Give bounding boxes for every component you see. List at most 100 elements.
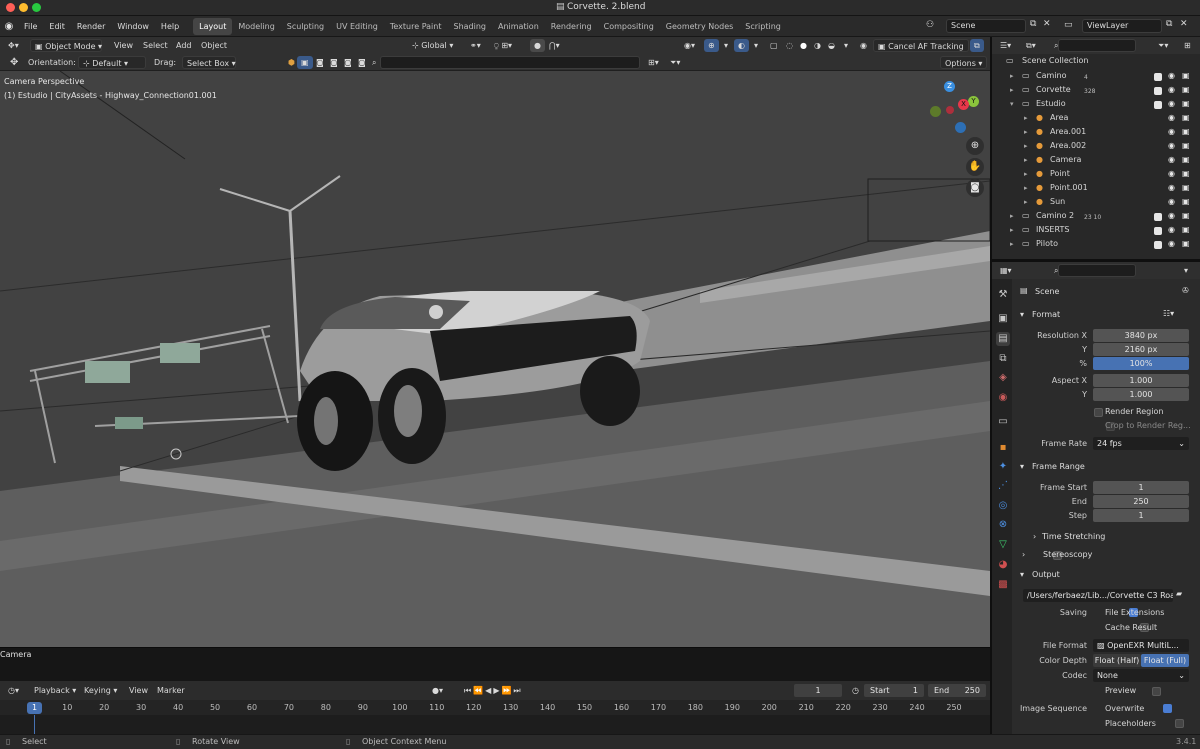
output-header[interactable]: Output [1032,570,1060,579]
expand-toggle-icon[interactable]: ▸ [1024,181,1028,195]
proportional-edit-icon[interactable]: ● [530,39,545,52]
pan-hand-icon[interactable]: ✋ [966,158,984,176]
drag-dropdown[interactable]: Select Box ▾ [182,56,236,69]
frame-step-field[interactable]: 1 [1093,509,1189,522]
snap-icon[interactable]: ⍜ ⊞▾ [490,39,516,52]
menu-timeline-view[interactable]: View [125,684,152,697]
outliner-row[interactable]: ▸ ● Point ◉ ▣ [992,167,1200,181]
tab-texture-paint[interactable]: Texture Paint [384,18,448,35]
playback-controls[interactable]: ⏮⏪◀▶⏩⏭ [460,684,527,697]
select-mode-new-icon[interactable]: ▣ [297,56,313,69]
expand-toggle-icon[interactable]: ▸ [1024,111,1028,125]
gizmo-neg-z-axis[interactable] [955,122,966,133]
expand-toggle-icon[interactable]: ▸ [1010,209,1014,223]
pin-icon[interactable]: ✇ [1182,286,1189,295]
menu-window[interactable]: Window [111,16,155,37]
render-tab-icon[interactable]: ▣ [996,312,1010,326]
eye-visibility-icon[interactable]: ◉ [1168,209,1175,223]
start-frame-field[interactable]: Start 1 [864,684,924,697]
menu-select[interactable]: Select [139,39,172,52]
scene-selector[interactable]: Scene [946,19,1026,33]
render-visibility-icon[interactable]: ▣ [1182,139,1190,153]
stereoscopy-header[interactable]: Stereoscopy [1043,550,1092,559]
time-stretching-toggle[interactable]: › [1033,532,1036,541]
depth-full-button[interactable]: Float (Full) [1141,654,1189,667]
expand-toggle-icon[interactable]: ▸ [1010,83,1014,97]
navigation-gizmo[interactable]: Z Y X [926,79,982,137]
outliner-row[interactable]: ▸ ▭ Camino 4 ◉ ▣ [992,69,1200,83]
eye-visibility-icon[interactable]: ◉ [1168,181,1175,195]
expand-toggle-icon[interactable]: ▾ [1010,97,1014,111]
scene-icon[interactable]: ⚇ [926,20,934,30]
expand-toggle-icon[interactable]: ▸ [1024,125,1028,139]
folder-icon[interactable]: ▰ [1176,589,1182,598]
tab-sculpting[interactable]: Sculpting [281,18,330,35]
overwrite-checkbox[interactable] [1163,704,1173,713]
aspect-y-field[interactable]: 1.000 [1093,388,1189,401]
collection-tab-icon[interactable]: ▭ [996,415,1010,429]
sidebar-toggle-icon[interactable]: ⧉ [970,39,984,52]
frame-range-header[interactable]: Frame Range [1032,462,1085,471]
new-viewlayer-icon[interactable]: ⧉ [1166,19,1172,29]
tool-tab-icon[interactable]: ⚒ [996,288,1010,302]
tab-rendering[interactable]: Rendering [545,18,598,35]
tool-search-input[interactable] [380,56,640,69]
timeline-track[interactable] [0,715,990,734]
zoom-icon[interactable]: ⊕ [966,137,984,155]
render-visibility-icon[interactable]: ▣ [1182,167,1190,181]
shading-solid-icon[interactable]: ● [796,39,811,52]
render-visibility-icon[interactable]: ▣ [1182,97,1190,111]
frame-end-field[interactable]: 250 [1093,495,1189,508]
expand-toggle-icon[interactable]: ▸ [1024,195,1028,209]
xray-icon[interactable]: ▢ [766,39,782,52]
exclude-checkbox[interactable] [1154,101,1162,109]
properties-options-icon[interactable]: ▾ [1180,264,1192,277]
gizmo-toggle-icon[interactable]: ⊕ [704,39,719,52]
properties-search-input[interactable] [1058,264,1136,277]
visibility-icon[interactable]: ◉▾ [680,39,699,52]
outliner-row[interactable]: ▾ ▭ Estudio ◉ ▣ [992,97,1200,111]
display-mode-icon[interactable]: ⧉▾ [1022,39,1040,52]
exclude-checkbox[interactable] [1154,213,1162,221]
gizmo-neg-y-axis[interactable] [930,106,941,117]
format-presets-icon[interactable]: ☷▾ [1163,309,1174,318]
tab-layout[interactable]: Layout [193,17,233,35]
eye-visibility-icon[interactable]: ◉ [1168,195,1175,209]
blender-logo-icon[interactable]: ◉ [0,21,18,32]
playhead[interactable]: 1 [27,702,42,714]
render-region-checkbox[interactable] [1094,408,1103,417]
tab-uv-editing[interactable]: UV Editing [330,18,384,35]
outliner-search-input[interactable] [1058,39,1136,52]
viewlayer-icon[interactable]: ▭ [1064,20,1073,30]
eye-visibility-icon[interactable]: ◉ [1168,111,1175,125]
3d-viewport[interactable]: Camera Perspective (1) Estudio | CityAss… [0,71,990,647]
menu-playback[interactable]: Playback ▾ [30,684,80,697]
camera-view-icon[interactable]: ◙ [966,179,984,197]
resolution-y-field[interactable]: 2160 px [1093,343,1189,356]
time-stretching-header[interactable]: Time Stretching [1042,532,1105,541]
material-tab-icon[interactable]: ◕ [996,558,1010,572]
texture-tab-icon[interactable]: ▩ [996,578,1010,592]
timeline-editor-icon[interactable]: ◷▾ [4,684,23,697]
shading-material-icon[interactable]: ◑ [810,39,825,52]
overlays-dropdown-icon[interactable]: ▾ [750,39,762,52]
move-tool-icon[interactable]: ✥ [6,56,22,69]
depth-half-button[interactable]: Float (Half) [1093,654,1141,667]
frame-range-toggle[interactable]: ▾ [1020,462,1024,471]
data-tab-icon[interactable]: ▽ [996,538,1010,552]
render-visibility-icon[interactable]: ▣ [1182,111,1190,125]
menu-edit[interactable]: Edit [43,16,71,37]
pivot-icon[interactable]: ⚭▾ [466,39,485,52]
mode-selector[interactable]: ▣ Object Mode ▾ [30,39,102,52]
gizmo-y-axis[interactable]: Y [968,96,979,107]
new-scene-icon[interactable]: ⧉ [1030,19,1036,29]
frame-rate-dropdown[interactable]: 24 fps ⌄ [1093,437,1189,450]
menu-keying[interactable]: Keying ▾ [80,684,121,697]
format-header[interactable]: Format [1032,310,1060,319]
modifier-tab-icon[interactable]: ✦ [996,460,1010,474]
shading-dropdown-icon[interactable]: ▾ [840,39,852,52]
outliner-row[interactable]: ▸ ● Area.002 ◉ ▣ [992,139,1200,153]
menu-view[interactable]: View [110,39,137,52]
eye-visibility-icon[interactable]: ◉ [1168,83,1175,97]
codec-dropdown[interactable]: None ⌄ [1093,669,1189,682]
